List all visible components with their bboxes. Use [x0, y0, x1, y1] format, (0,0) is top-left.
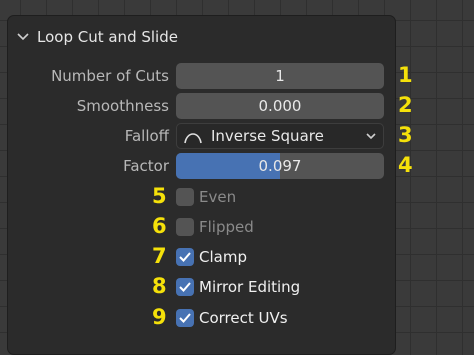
flipped-checkbox[interactable] — [176, 218, 194, 236]
annotation-4: 4 — [398, 153, 413, 177]
chevron-down-icon — [17, 33, 29, 41]
mirror-editing-row: Mirror Editing — [8, 274, 397, 300]
factor-label: Factor — [123, 157, 169, 175]
clamp-label: Clamp — [199, 248, 247, 266]
correct-uvs-label: Correct UVs — [199, 309, 288, 327]
factor-value: 0.097 — [258, 157, 302, 175]
clamp-checkbox[interactable] — [176, 248, 194, 266]
panel-header[interactable]: Loop Cut and Slide — [16, 26, 178, 48]
mirror-editing-label: Mirror Editing — [199, 278, 301, 296]
flipped-label: Flipped — [199, 218, 254, 236]
falloff-label: Falloff — [124, 127, 169, 145]
annotation-3: 3 — [398, 123, 413, 147]
correct-uvs-checkbox[interactable] — [176, 309, 194, 327]
smoothness-label: Smoothness — [76, 97, 169, 115]
falloff-value: Inverse Square — [211, 127, 324, 145]
checkmark-icon — [179, 282, 191, 292]
number-of-cuts-field[interactable]: 1 — [176, 63, 384, 89]
annotation-8: 8 — [152, 274, 167, 298]
even-row: Even — [8, 184, 397, 210]
factor-slider[interactable]: 0.097 — [176, 153, 384, 179]
flipped-row: Flipped — [8, 214, 397, 240]
number-of-cuts-row: Number of Cuts 1 — [8, 63, 397, 89]
smoothness-row: Smoothness 0.000 — [8, 93, 397, 119]
inverse-square-curve-icon — [184, 133, 202, 144]
annotation-7: 7 — [152, 244, 167, 268]
falloff-dropdown[interactable]: Inverse Square — [176, 123, 384, 149]
checkmark-icon — [179, 252, 191, 262]
mirror-editing-checkbox[interactable] — [176, 278, 194, 296]
annotation-1: 1 — [398, 63, 413, 87]
annotation-2: 2 — [398, 93, 413, 117]
even-label: Even — [199, 188, 237, 206]
operator-panel: Loop Cut and Slide Number of Cuts 1 Smoo… — [7, 15, 396, 355]
factor-row: Factor 0.097 — [8, 153, 397, 179]
panel-title: Loop Cut and Slide — [37, 28, 178, 46]
annotation-9: 9 — [152, 305, 167, 329]
smoothness-field[interactable]: 0.000 — [176, 93, 384, 119]
number-of-cuts-label: Number of Cuts — [51, 67, 169, 85]
falloff-row: Falloff Inverse Square — [8, 123, 397, 149]
checkmark-icon — [179, 313, 191, 323]
clamp-row: Clamp — [8, 244, 397, 270]
annotation-6: 6 — [152, 214, 167, 238]
correct-uvs-row: Correct UVs — [8, 305, 397, 331]
annotation-5: 5 — [152, 184, 167, 208]
chevron-down-icon — [366, 133, 376, 140]
even-checkbox[interactable] — [176, 188, 194, 206]
